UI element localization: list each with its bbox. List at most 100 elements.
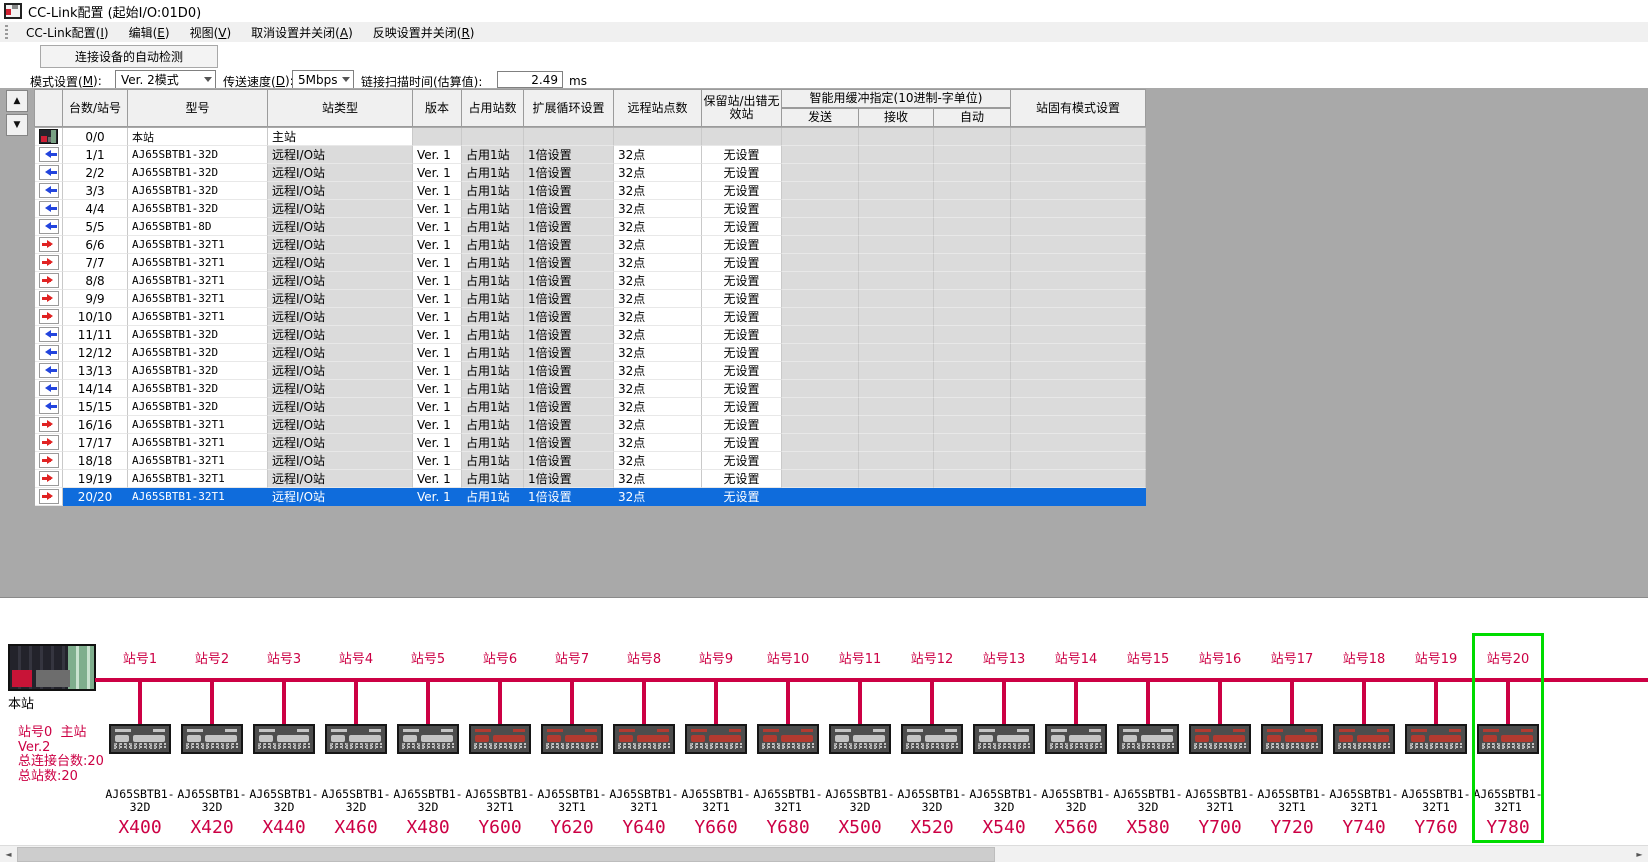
cell-model[interactable]: AJ65SBTB1-32D <box>128 344 268 362</box>
cell-occ[interactable]: 占用1站 <box>462 344 524 362</box>
cell-stype[interactable]: 远程I/O站 <box>268 470 413 488</box>
cell-pts[interactable]: 32点 <box>614 200 702 218</box>
cell-occ[interactable]: 占用1站 <box>462 146 524 164</box>
cell-res[interactable]: 无设置 <box>702 452 782 470</box>
output-station-icon[interactable] <box>35 272 63 290</box>
cell-send[interactable] <box>782 434 859 452</box>
cell-auto[interactable] <box>934 164 1011 182</box>
output-station-icon[interactable] <box>35 452 63 470</box>
input-station-icon[interactable] <box>35 362 63 380</box>
input-station-icon[interactable] <box>35 326 63 344</box>
cell-no[interactable]: 0/0 <box>63 128 128 146</box>
cell-auto[interactable] <box>934 218 1011 236</box>
cell-occ[interactable]: 占用1站 <box>462 452 524 470</box>
cell-cyc[interactable]: 1倍设置 <box>524 434 614 452</box>
master-station-image[interactable] <box>8 644 96 691</box>
cell-occ[interactable]: 占用1站 <box>462 488 524 506</box>
cell-ver[interactable]: Ver. 1 <box>413 272 462 290</box>
cell-model[interactable]: AJ65SBTB1-32D <box>128 182 268 200</box>
cell-stype[interactable]: 远程I/O站 <box>268 326 413 344</box>
station-device-image[interactable] <box>1189 724 1251 754</box>
cell-pts[interactable]: 32点 <box>614 416 702 434</box>
cell-auto[interactable] <box>934 326 1011 344</box>
cell-occ[interactable]: 占用1站 <box>462 362 524 380</box>
cell-occ[interactable]: 占用1站 <box>462 218 524 236</box>
input-station-icon[interactable] <box>35 164 63 182</box>
station-device-image[interactable] <box>397 724 459 754</box>
cell-model[interactable]: 本站 <box>128 128 268 146</box>
cell-mode[interactable] <box>1011 416 1146 434</box>
cell-send[interactable] <box>782 254 859 272</box>
cell-res[interactable]: 无设置 <box>702 272 782 290</box>
cell-model[interactable]: AJ65SBTB1-32T1 <box>128 308 268 326</box>
cell-send[interactable] <box>782 128 859 146</box>
cell-auto[interactable] <box>934 434 1011 452</box>
cell-pts[interactable]: 32点 <box>614 236 702 254</box>
cell-no[interactable]: 4/4 <box>63 200 128 218</box>
cell-auto[interactable] <box>934 488 1011 506</box>
scroll-down-button[interactable]: ▼ <box>6 114 28 136</box>
cell-send[interactable] <box>782 362 859 380</box>
cell-ver[interactable]: Ver. 1 <box>413 470 462 488</box>
cell-pts[interactable] <box>614 128 702 146</box>
station-device-image[interactable] <box>469 724 531 754</box>
cell-model[interactable]: AJ65SBTB1-8D <box>128 218 268 236</box>
cell-recv[interactable] <box>859 146 934 164</box>
cell-stype[interactable]: 远程I/O站 <box>268 344 413 362</box>
cell-send[interactable] <box>782 308 859 326</box>
cell-res[interactable]: 无设置 <box>702 470 782 488</box>
cell-cyc[interactable]: 1倍设置 <box>524 362 614 380</box>
cell-mode[interactable] <box>1011 398 1146 416</box>
cell-model[interactable]: AJ65SBTB1-32D <box>128 380 268 398</box>
cell-pts[interactable]: 32点 <box>614 434 702 452</box>
cell-res[interactable]: 无设置 <box>702 326 782 344</box>
cell-occ[interactable]: 占用1站 <box>462 200 524 218</box>
cell-stype[interactable]: 远程I/O站 <box>268 146 413 164</box>
cell-mode[interactable] <box>1011 146 1146 164</box>
cell-recv[interactable] <box>859 362 934 380</box>
cell-occ[interactable]: 占用1站 <box>462 416 524 434</box>
cell-auto[interactable] <box>934 236 1011 254</box>
cell-model[interactable]: AJ65SBTB1-32D <box>128 200 268 218</box>
cell-res[interactable]: 无设置 <box>702 434 782 452</box>
cell-send[interactable] <box>782 488 859 506</box>
cell-mode[interactable] <box>1011 488 1146 506</box>
cell-stype[interactable]: 远程I/O站 <box>268 164 413 182</box>
cell-stype[interactable]: 远程I/O站 <box>268 218 413 236</box>
cell-mode[interactable] <box>1011 290 1146 308</box>
cell-stype[interactable]: 远程I/O站 <box>268 254 413 272</box>
cell-send[interactable] <box>782 326 859 344</box>
station-device-image[interactable] <box>829 724 891 754</box>
cell-mode[interactable] <box>1011 200 1146 218</box>
cell-send[interactable] <box>782 470 859 488</box>
cell-cyc[interactable]: 1倍设置 <box>524 164 614 182</box>
cell-mode[interactable] <box>1011 362 1146 380</box>
speed-select[interactable]: 5Mbps <box>292 70 354 89</box>
output-station-icon[interactable] <box>35 488 63 506</box>
cell-model[interactable]: AJ65SBTB1-32T1 <box>128 416 268 434</box>
cell-recv[interactable] <box>859 434 934 452</box>
cell-cyc[interactable]: 1倍设置 <box>524 236 614 254</box>
cell-recv[interactable] <box>859 452 934 470</box>
cell-model[interactable]: AJ65SBTB1-32T1 <box>128 452 268 470</box>
cell-stype[interactable]: 远程I/O站 <box>268 452 413 470</box>
cell-mode[interactable] <box>1011 218 1146 236</box>
cell-pts[interactable]: 32点 <box>614 452 702 470</box>
cell-occ[interactable]: 占用1站 <box>462 380 524 398</box>
input-station-icon[interactable] <box>35 398 63 416</box>
cell-stype[interactable]: 远程I/O站 <box>268 398 413 416</box>
cell-cyc[interactable]: 1倍设置 <box>524 254 614 272</box>
station-device-image[interactable] <box>685 724 747 754</box>
cell-send[interactable] <box>782 218 859 236</box>
output-station-icon[interactable] <box>35 416 63 434</box>
cell-model[interactable]: AJ65SBTB1-32D <box>128 146 268 164</box>
cell-send[interactable] <box>782 182 859 200</box>
cell-auto[interactable] <box>934 362 1011 380</box>
cell-recv[interactable] <box>859 254 934 272</box>
cell-ver[interactable]: Ver. 1 <box>413 200 462 218</box>
cell-pts[interactable]: 32点 <box>614 488 702 506</box>
station-device-image[interactable] <box>757 724 819 754</box>
cell-model[interactable]: AJ65SBTB1-32D <box>128 326 268 344</box>
cell-send[interactable] <box>782 164 859 182</box>
cell-pts[interactable]: 32点 <box>614 380 702 398</box>
